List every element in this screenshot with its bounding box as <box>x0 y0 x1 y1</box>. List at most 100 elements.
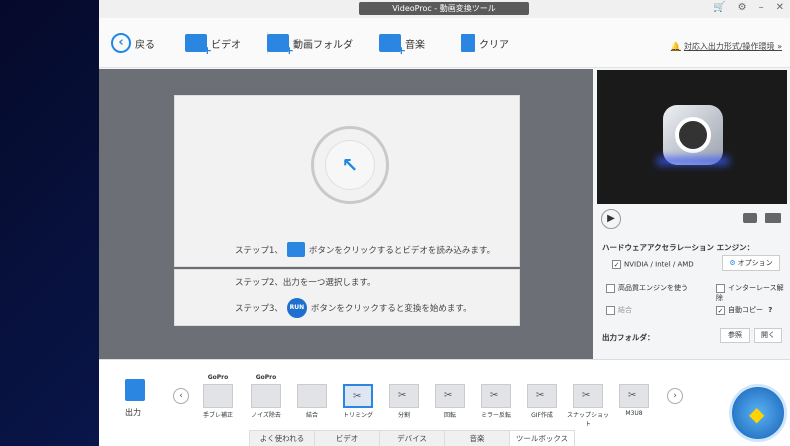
option-button[interactable]: ⚙ オプション <box>722 255 780 271</box>
clear-button[interactable]: クリア <box>461 30 509 56</box>
autocopy-checkbox[interactable]: ✓ 自動コピー ? <box>716 305 772 315</box>
tile-label: トリミング <box>342 412 373 419</box>
step3-prefix: ステップ3、 <box>235 304 283 314</box>
tool-tile-m3u8[interactable]: ✂ M3U8 <box>613 374 655 426</box>
drop-area[interactable]: ↖ ステップ1、 ボタンをクリックするとビデオを読み込みます。 ステップ2、出力… <box>99 69 593 359</box>
gear-icon[interactable]: ⚙ <box>738 2 747 13</box>
output-folder-label: 出力フォルダ： <box>602 333 655 342</box>
tool-tile-rotate[interactable]: ✂ 回転 <box>429 374 471 426</box>
merge-checkbox[interactable]: 結合 <box>606 305 632 315</box>
tools-icon: ✂ <box>536 390 545 401</box>
tool-tile-split[interactable]: ✂ 分割 <box>383 374 425 426</box>
tool-tile-trim[interactable]: ✂ トリミング <box>337 374 379 426</box>
add-folder-button[interactable]: 動画フォルダ <box>267 30 353 57</box>
minimize-icon[interactable]: – <box>759 2 764 13</box>
tool-tile-denoise[interactable]: GoPro ノイズ除去 <box>245 374 287 426</box>
tab-toolbox[interactable]: ツールボックス <box>509 430 575 446</box>
add-music-button[interactable]: 音楽 <box>379 30 425 57</box>
step1-prefix: ステップ1、 <box>235 245 283 256</box>
add-video-label: ビデオ <box>211 39 241 51</box>
output-label: 出力 <box>125 408 141 417</box>
tab-music[interactable]: 音楽 <box>444 430 510 446</box>
tile-label: 分割 <box>397 412 410 419</box>
deinterlace-label: インターレース解除 <box>716 284 784 302</box>
hq-engine-checkbox[interactable]: 高品質エンジンを使う <box>606 283 688 293</box>
bell-icon: 🔔 <box>670 42 681 51</box>
formats-link-label: 対応入出力形式/操作環境 » <box>683 42 782 51</box>
tile-label: 結合 <box>305 412 318 419</box>
browse-button[interactable]: 参照 <box>720 328 750 343</box>
tools-icon: ✂ <box>398 390 407 401</box>
folder-icon[interactable] <box>765 213 781 223</box>
preview-controls: ▶ <box>597 207 787 229</box>
close-icon[interactable]: ✕ <box>776 2 784 13</box>
option-label: オプション <box>737 259 773 267</box>
play-button[interactable]: ▶ <box>601 209 621 229</box>
tile-label: スナップショット <box>567 412 610 428</box>
tool-tile-merge[interactable]: 結合 <box>291 374 333 426</box>
add-video-button[interactable]: ビデオ <box>185 30 241 57</box>
tab-video[interactable]: ビデオ <box>314 430 380 446</box>
scroll-right-button[interactable]: › <box>667 388 683 404</box>
film-reel-icon <box>675 117 711 153</box>
tile-label: ミラー反転 <box>480 412 511 419</box>
help-icon[interactable]: ? <box>768 306 772 314</box>
category-tabs: よく使われる ビデオ デバイス 音楽 ツールボックス <box>249 430 575 446</box>
video-add-icon <box>185 34 212 57</box>
beginner-mark-icon: ◆ <box>749 402 765 426</box>
tile-label: 手ブレ補正 <box>202 412 233 419</box>
open-button[interactable]: 開く <box>754 328 782 343</box>
tab-device[interactable]: デバイス <box>379 430 445 446</box>
step1: ステップ1、 ボタンをクリックするとビデオを読み込みます。 <box>235 242 495 257</box>
tool-tile-gif[interactable]: ✂ GIF作成 <box>521 374 563 426</box>
formats-link[interactable]: 🔔 対応入出力形式/操作環境 » <box>671 41 782 52</box>
tab-common[interactable]: よく使われる <box>249 430 315 446</box>
run-icon: RUN <box>286 298 307 318</box>
main-toolbar: ‹ 戻る ビデオ 動画フォルダ 音楽 クリア 🔔対応入出力形式/操作環境 » <box>99 18 790 68</box>
step3: ステップ3、 RUN ボタンをクリックすると変換を始めます。 <box>235 298 472 318</box>
add-music-label: 音楽 <box>405 39 425 51</box>
window-title: VideoProc - 動画変換ツール <box>359 2 529 15</box>
tool-tile-stabilize[interactable]: GoPro 手ブレ補正 <box>197 374 239 426</box>
output-icon <box>125 379 145 401</box>
camera-icon[interactable] <box>743 213 757 223</box>
tile-label: ノイズ除去 <box>251 412 281 419</box>
scroll-left-button[interactable]: ‹ <box>173 388 189 404</box>
tile-label: 回転 <box>443 412 456 419</box>
back-button[interactable]: ‹ 戻る <box>111 30 155 56</box>
app-window: VideoProc - 動画変換ツール 🛒 ⚙ – ✕ ‹ 戻る ビデオ 動画フ… <box>99 0 790 446</box>
title-bar-controls: 🛒 ⚙ – ✕ <box>713 2 784 13</box>
cart-icon[interactable]: 🛒 <box>713 2 725 13</box>
merge-label: 結合 <box>618 306 632 314</box>
video-add-icon <box>286 242 305 257</box>
step1-text: ボタンをクリックするとビデオを読み込みます。 <box>308 245 496 256</box>
tools-icon: ✂ <box>628 390 637 401</box>
tools-icon: ✂ <box>582 390 591 401</box>
tools-icon: ✂ <box>490 390 499 401</box>
tile-label: GIF作成 <box>531 412 553 419</box>
gpu-check[interactable]: ✓ <box>612 260 621 269</box>
tool-tile-mirror[interactable]: ✂ ミラー反転 <box>475 374 517 426</box>
tools-icon: ✂ <box>444 390 453 401</box>
gpu-checkbox[interactable]: ✓ NVIDIA / Intel / AMD <box>612 260 694 269</box>
gpu-label: NVIDIA / Intel / AMD <box>624 260 694 269</box>
title-bar: VideoProc - 動画変換ツール 🛒 ⚙ – ✕ <box>99 0 790 18</box>
import-card[interactable]: ↖ ステップ1、 ボタンをクリックするとビデオを読み込みます。 <box>174 95 520 267</box>
video-preview <box>597 70 787 204</box>
run-button[interactable]: ◆ <box>729 384 787 442</box>
back-label: 戻る <box>135 39 155 51</box>
import-ring[interactable]: ↖ <box>311 126 389 204</box>
steps-card: ステップ2、出力を一つ選択します。 ステップ3、 RUN ボタンをクリックすると… <box>174 269 520 326</box>
tool-tile-snapshot[interactable]: ✂ スナップショット <box>567 374 610 428</box>
tools-icon: ✂ <box>353 391 362 402</box>
deinterlace-checkbox[interactable]: インターレース解除 <box>716 283 790 303</box>
step3-text: ボタンをクリックすると変換を始めます。 <box>310 304 472 314</box>
tile-label: M3U8 <box>625 410 643 417</box>
music-add-icon <box>379 34 406 57</box>
clear-label: クリア <box>479 39 509 51</box>
step2: ステップ2、出力を一つ選択します。 <box>235 276 376 288</box>
back-arrow-icon: ‹ <box>111 33 131 53</box>
trash-icon <box>461 34 475 52</box>
import-arrow-icon: ↖ <box>325 140 375 190</box>
hq-engine-label: 高品質エンジンを使う <box>618 284 688 292</box>
